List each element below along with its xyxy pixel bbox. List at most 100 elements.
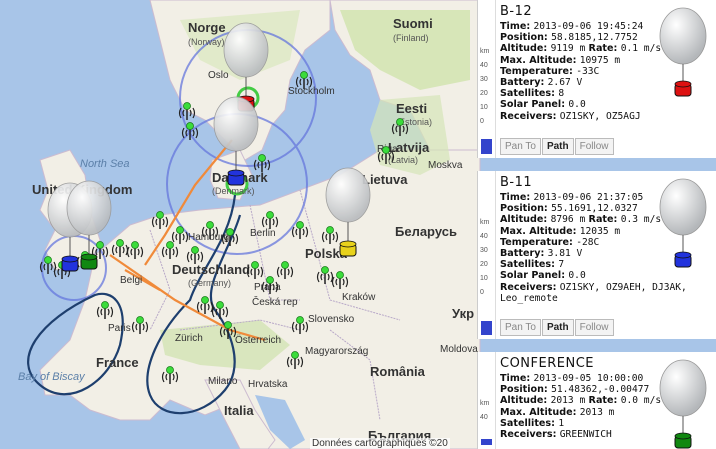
map-attribution[interactable]: Données cartographiques ©20 [310, 438, 450, 449]
info-label: Position: [500, 384, 552, 396]
label-berlin: Berlin [250, 228, 276, 239]
scale-tick: 30 [480, 76, 488, 83]
scale-tick: 0 [480, 289, 484, 296]
info-row: Receivers: OZ1SKY, OZ9AEH, DJ3AK, [500, 282, 710, 293]
label-milano: Milano [208, 376, 238, 387]
info-row: Leo_remote [500, 293, 710, 304]
label-oslo: Oslo [208, 70, 229, 81]
info-row: Receivers: OZ1SKY, OZ5AGJ [500, 111, 710, 122]
info-value: 2013-09-06 19:45:24 [533, 21, 644, 32]
info-label: Receivers: [500, 281, 560, 293]
info-value: 55.1691,12.0327 [551, 203, 638, 215]
info-value: 51.48362,-0.00477 [551, 384, 650, 396]
info-value: 0.1 m/s [620, 43, 662, 55]
info-label: Rate: [585, 214, 621, 226]
info-value: 0.0 m/s [620, 395, 662, 407]
label-hrvatska: Hrvatska [248, 379, 288, 390]
label-danmark-sub: (Denmark) [212, 186, 255, 196]
info-label: Max. Altitude: [500, 225, 580, 237]
altitude-bar [481, 139, 492, 154]
info-label: Position: [500, 32, 552, 44]
scale-tick: 30 [480, 247, 488, 254]
scale-tick: 40 [480, 233, 488, 240]
info-label: Time: [500, 192, 534, 203]
scale-tick: 10 [480, 104, 488, 111]
label-belgi: Belgi [120, 275, 142, 286]
label-norge-sub: (Norway) [188, 37, 225, 47]
label-ceska: Česká rep [252, 295, 298, 308]
info-label: Satellites: [500, 88, 559, 100]
scale-tick: 40 [480, 414, 488, 421]
info-label: Time: [500, 373, 534, 384]
info-value: -28C [576, 236, 600, 248]
info-value: 2013 m [579, 406, 615, 418]
label-krakow: Kraków [342, 292, 376, 303]
info-value: -33C [576, 65, 600, 77]
info-label: Receivers: [500, 429, 560, 441]
label-paris: Paris [108, 323, 131, 334]
label-lietuva: Lietuva [362, 172, 408, 187]
path-button[interactable]: Path [541, 319, 574, 336]
label-moskva: Moskva [428, 160, 463, 171]
info-label: Altitude: [500, 395, 551, 407]
label-suomi: Suomi [393, 16, 433, 31]
label-moldova: Moldova [440, 344, 478, 355]
info-value: 2013-09-06 21:37:05 [533, 192, 644, 203]
altitude-bar [481, 320, 492, 335]
info-value: 2.67 V [547, 77, 583, 89]
info-label: Max. Altitude: [500, 54, 580, 66]
info-value: 7 [558, 259, 565, 271]
label-deutschland-sub: (Germany) [188, 278, 231, 288]
altitude-scale: km 40 30 20 10 0 [478, 0, 496, 158]
info-label: Solar Panel: [500, 270, 569, 282]
info-value: Leo_remote [500, 292, 558, 304]
info-value: OZ1SKY, OZ9AEH, DJ3AK, [559, 281, 687, 293]
scale-tick: 10 [480, 275, 488, 282]
follow-button[interactable]: Follow [574, 138, 614, 155]
info-label: Max. Altitude: [500, 406, 580, 418]
label-romania: România [370, 364, 426, 379]
info-value: 0.3 m/s [620, 214, 662, 226]
info-value: 3.81 V [547, 248, 583, 260]
info-label: Battery: [500, 248, 548, 260]
info-label: Receivers: [500, 110, 560, 122]
info-value: 0.0 [568, 270, 586, 282]
label-slovensko: Slovensko [308, 314, 355, 325]
info-label: Altitude: [500, 43, 551, 55]
info-value: GREENWICH [559, 429, 612, 441]
label-bay-of-biscay: Bay of Biscay [18, 371, 86, 383]
scale-tick: km [480, 219, 490, 226]
label-eesti: Eesti [396, 101, 427, 116]
pan-to-button[interactable]: Pan To [500, 319, 541, 336]
scale-tick: 20 [480, 261, 488, 268]
altitude-bar [481, 439, 492, 445]
panel-actions: Pan To Path Follow [500, 319, 615, 336]
info-label: Satellites: [500, 417, 559, 429]
balloon-panel-b-11: km 40 30 20 10 0 B-11 Time: 2013-09-06 21:37:05… [477, 171, 716, 339]
label-magyarorszag: Magyarország [305, 346, 368, 357]
info-label: Solar Panel: [500, 99, 569, 111]
info-label: Battery: [500, 77, 548, 89]
info-value: 8 [558, 88, 565, 100]
info-value: 2013-09-05 10:00:00 [533, 373, 644, 384]
label-belarus: Беларусь [395, 224, 457, 239]
pan-to-button[interactable]: Pan To [500, 138, 541, 155]
altitude-scale: km 40 [478, 352, 496, 449]
path-button[interactable]: Path [541, 138, 574, 155]
label-deutschland: Deutschland [172, 262, 250, 277]
scale-tick: km [480, 48, 490, 55]
balloon-panel-conference: km 40 CONFERENCE Time: 2013-09-05 10:00:00 P… [477, 352, 716, 449]
label-ukr: Укр [452, 306, 474, 321]
scale-tick: 20 [480, 90, 488, 97]
scale-tick: km [480, 400, 490, 407]
scale-tick: 40 [480, 62, 488, 69]
info-label: Rate: [585, 395, 621, 407]
balloon-icon [659, 359, 707, 449]
follow-button[interactable]: Follow [574, 319, 614, 336]
balloon-icon [659, 7, 707, 97]
balloon-panel-b-12: km 40 30 20 10 0 B-12 Time: 2013-09-06 19:45:24… [477, 0, 716, 158]
info-label: Temperature: [500, 236, 577, 248]
label-north-sea: North Sea [80, 158, 130, 170]
info-label: Satellites: [500, 259, 559, 271]
info-value: 9119 m [550, 43, 586, 55]
